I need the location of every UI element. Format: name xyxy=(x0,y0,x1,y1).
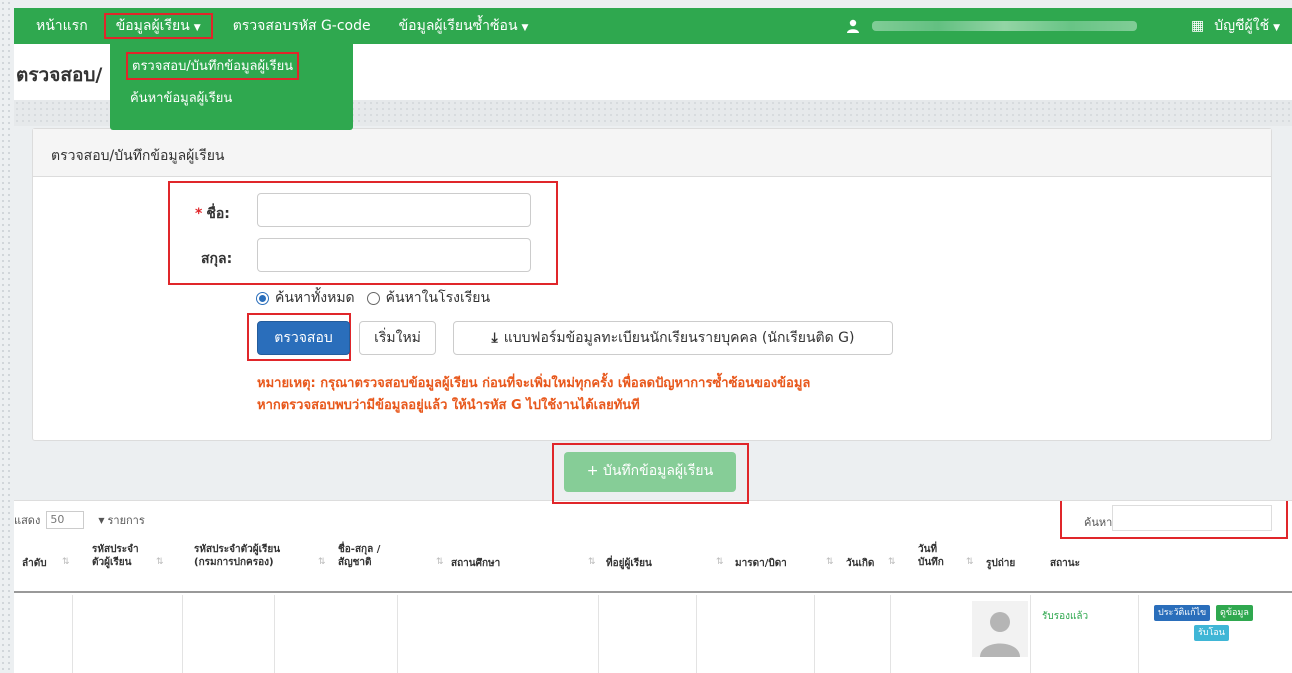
page-length-control: แสดง 50 ▼ รายการ xyxy=(14,511,145,529)
view-button[interactable]: ดูข้อมูล xyxy=(1216,605,1253,621)
column-divider xyxy=(72,595,73,673)
sort-icon: ⇅ xyxy=(318,557,326,567)
th-order[interactable]: ลำดับ xyxy=(22,557,47,570)
nav-account-label: บัญชีผู้ใช้ xyxy=(1214,18,1270,34)
th-address[interactable]: ที่อยู่ผู้เรียน xyxy=(606,557,652,570)
avatar xyxy=(972,601,1028,657)
radio-search-all[interactable] xyxy=(256,291,269,305)
transfer-button[interactable]: รับโอน xyxy=(1194,625,1229,641)
column-divider xyxy=(397,595,398,673)
sort-icon: ⇅ xyxy=(966,557,974,567)
check-student-panel: ตรวจสอบ/บันทึกข้อมูลผู้เรียน * ชื่อ: สกุล… xyxy=(32,128,1272,441)
panel-heading: ตรวจสอบ/บันทึกข้อมูลผู้เรียน xyxy=(33,129,1271,177)
search-scope-radios: ค้นหาทั้งหมด ค้นหาในโรงเรียน xyxy=(256,287,490,309)
th-parents[interactable]: มารดา/บิดา xyxy=(735,557,787,570)
table-row: รับรองแล้ว ประวัติแก้ไข ดูข้อมูล รับโอน xyxy=(14,595,1292,673)
table-header: ลำดับ ⇅ รหัสประจำ ตัวผู้เรียน ⇅ รหัสประจ… xyxy=(14,537,1292,593)
user-icon xyxy=(846,19,859,33)
column-divider xyxy=(814,595,815,673)
radio-search-school-label: ค้นหาในโรงเรียน xyxy=(385,290,491,306)
th-name-nationality[interactable]: ชื่อ-สกุล / สัญชาติ xyxy=(338,543,398,569)
nav-home[interactable]: หน้าแรก xyxy=(14,8,102,44)
caret-down-icon: ▼ xyxy=(1273,23,1280,33)
caret-down-icon: ▼ xyxy=(521,23,529,33)
required-mark: * xyxy=(195,206,203,222)
first-name-label: * ชื่อ: xyxy=(195,203,230,225)
download-form-button[interactable]: ⤓ แบบฟอร์มข้อมูลทะเบียนนักเรียนรายบุคคล (… xyxy=(453,321,893,355)
nav-duplicate[interactable]: ข้อมูลผู้เรียนซ้ำซ้อน ▼ xyxy=(385,8,543,44)
entries-label: รายการ xyxy=(107,514,145,527)
th-student-id[interactable]: รหัสประจำ ตัวผู้เรียน xyxy=(92,543,152,569)
caret-down-icon: ▼ xyxy=(193,23,201,33)
note-line-1: หมายเหตุ: กรุณาตรวจสอบข้อมูลผู้เรียน ก่อ… xyxy=(257,376,811,391)
nav-student-info[interactable]: ข้อมูลผู้เรียน ▼ xyxy=(103,13,213,39)
chevron-down-icon: ▼ xyxy=(98,515,105,525)
download-icon: ⤓ xyxy=(491,330,498,346)
user-menu[interactable] xyxy=(846,19,1137,33)
student-table-area: แสดง 50 ▼ รายการ ค้นหา: ลำดับ ⇅ รหัสประจ… xyxy=(14,500,1292,673)
nav-right: ▦ บัญชีผู้ใช้ ▼ xyxy=(846,8,1292,44)
last-name-label: สกุล: xyxy=(201,251,233,267)
reset-button[interactable]: เริ่มใหม่ xyxy=(359,321,436,355)
th-school[interactable]: สถานศึกษา xyxy=(451,557,500,570)
radio-search-school[interactable] xyxy=(366,291,380,305)
note-line-2: หากตรวจสอบพบว่ามีข้อมูลอยู่แล้ว ให้นำรหั… xyxy=(257,398,640,413)
status-badge: รับรองแล้ว xyxy=(1042,611,1089,622)
sort-icon: ⇅ xyxy=(588,557,596,567)
radio-search-all-label: ค้นหาทั้งหมด xyxy=(275,290,355,306)
student-info-dropdown: ตรวจสอบ/บันทึกข้อมูลผู้เรียน ค้นหาข้อมูล… xyxy=(110,44,353,130)
download-form-label: แบบฟอร์มข้อมูลทะเบียนนักเรียนรายบุคคล (น… xyxy=(503,330,855,346)
grid-icon: ▦ xyxy=(1190,18,1205,34)
last-name-input[interactable] xyxy=(257,238,531,272)
top-navbar: หน้าแรก ข้อมูลผู้เรียน ▼ ตรวจสอบรหัส G-co… xyxy=(14,8,1292,44)
page-title: ตรวจสอบ/ xyxy=(16,64,103,86)
nav-duplicate-label: ข้อมูลผู้เรียนซ้ำซ้อน xyxy=(398,18,518,34)
th-birthdate[interactable]: วันเกิด xyxy=(846,557,874,570)
th-record-date[interactable]: วันที่ บันทึก xyxy=(918,543,958,569)
page-length-select[interactable]: 50 xyxy=(46,511,85,529)
nav-student-info-label: ข้อมูลผู้เรียน xyxy=(115,18,190,34)
sort-icon: ⇅ xyxy=(156,557,164,567)
th-photo[interactable]: รูปถ่าย xyxy=(986,557,1015,570)
save-student-button[interactable]: + บันทึกข้อมูลผู้เรียน xyxy=(564,452,736,492)
sort-icon: ⇅ xyxy=(888,557,896,567)
background-texture xyxy=(0,0,14,673)
show-label: แสดง xyxy=(14,514,41,527)
menu-item-check-record[interactable]: ตรวจสอบ/บันทึกข้อมูลผู้เรียน xyxy=(126,52,300,80)
column-divider xyxy=(598,595,599,673)
sort-icon: ⇅ xyxy=(436,557,444,567)
nav-gcode-check[interactable]: ตรวจสอบรหัส G-code xyxy=(219,8,385,44)
th-status[interactable]: สถานะ xyxy=(1050,557,1080,570)
first-name-input[interactable] xyxy=(257,193,531,227)
column-divider xyxy=(1138,595,1139,673)
sort-icon: ⇅ xyxy=(716,557,724,567)
column-divider xyxy=(274,595,275,673)
column-divider xyxy=(182,595,183,673)
column-divider xyxy=(1030,595,1031,673)
column-divider xyxy=(696,595,697,673)
first-name-label-text: ชื่อ: xyxy=(206,206,230,222)
sort-icon: ⇅ xyxy=(62,557,70,567)
table-search-input[interactable] xyxy=(1112,505,1272,531)
blurred-user-name xyxy=(871,21,1137,31)
nav-account[interactable]: ▦ บัญชีผู้ใช้ ▼ xyxy=(1177,8,1292,44)
history-button[interactable]: ประวัติแก้ไข xyxy=(1154,605,1211,621)
menu-item-search[interactable]: ค้นหาข้อมูลผู้เรียน xyxy=(110,84,353,114)
column-divider xyxy=(890,595,891,673)
th-student-id-gov[interactable]: รหัสประจำตัวผู้เรียน (กรมการปกครอง) xyxy=(194,543,304,569)
sort-icon: ⇅ xyxy=(826,557,834,567)
check-button[interactable]: ตรวจสอบ xyxy=(257,321,350,355)
